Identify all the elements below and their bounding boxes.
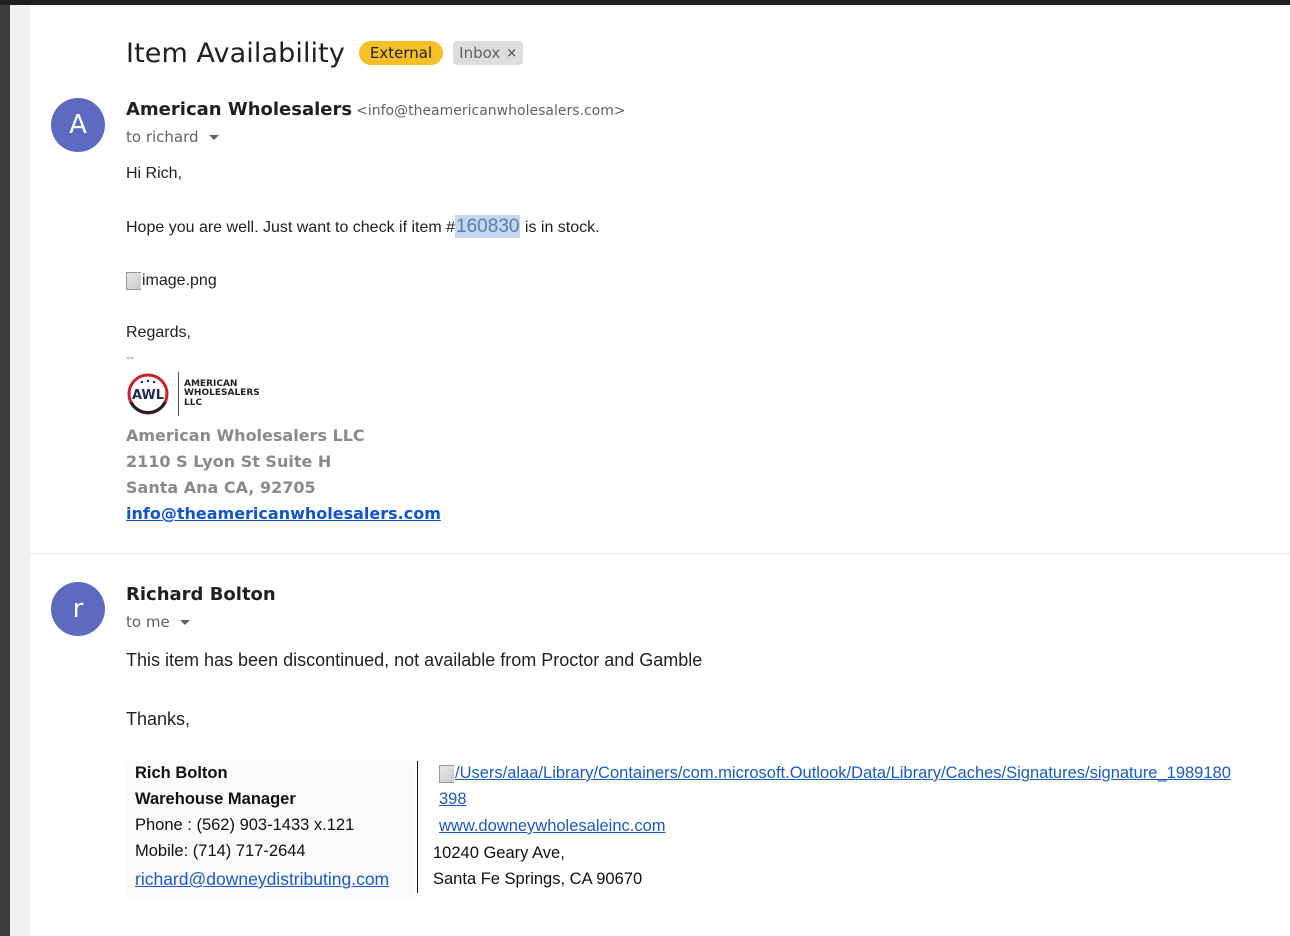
regards: Regards, xyxy=(126,324,191,341)
awl-logo-icon: AWL xyxy=(127,373,169,415)
signature-title: Warehouse Manager xyxy=(135,790,296,808)
reply-sender-name[interactable]: Richard Bolton xyxy=(126,584,276,605)
signature-website-link[interactable]: www.downeywholesaleinc.com xyxy=(439,817,666,836)
reply-sender-avatar[interactable]: r xyxy=(51,582,105,636)
signature-separator: -- xyxy=(126,350,134,364)
signature-address-line2: Santa Ana CA, 92705 xyxy=(126,478,316,497)
signature-company: American Wholesalers LLC xyxy=(126,426,365,445)
remove-label-icon[interactable]: × xyxy=(506,46,517,61)
body-before: Hope you are well. Just want to check if… xyxy=(126,219,456,236)
signature-email-link[interactable]: info@theamericanwholesalers.com xyxy=(126,504,441,523)
external-tag: External xyxy=(358,41,444,65)
signature-image-path: /Users/alaa/Library/Containers/com.micro… xyxy=(455,764,1231,782)
signature-image-link[interactable]: /Users/alaa/Library/Containers/com.micro… xyxy=(439,764,1231,783)
inbox-label-text: Inbox xyxy=(459,44,501,62)
logo-divider xyxy=(178,372,179,416)
logo-line-3: LLC xyxy=(184,397,203,408)
signature-name: Rich Bolton xyxy=(135,764,228,782)
signature-mobile: Mobile: (714) 717-2644 xyxy=(135,842,306,860)
logo-wordmark: AMERICAN WHOLESALERS LLC xyxy=(184,379,260,409)
chevron-down-icon[interactable] xyxy=(179,619,190,625)
signature-divider xyxy=(417,761,418,893)
email-pane: Item Availability External Inbox × A Ame… xyxy=(10,5,1290,936)
highlighted-item-number[interactable]: 160830 xyxy=(455,215,521,238)
inbox-label[interactable]: Inbox × xyxy=(453,41,524,65)
broken-image-icon xyxy=(439,764,454,783)
sender-header: American Wholesalers <info@theamericanwho… xyxy=(126,99,626,120)
signature-city: Santa Fe Springs, CA 90670 xyxy=(433,870,643,888)
reply-sender-header: Richard Bolton xyxy=(126,584,276,605)
reply-body: This item has been discontinued, not ava… xyxy=(126,650,703,670)
greeting: Hi Rich, xyxy=(126,165,183,182)
signature-email-link[interactable]: richard@downeydistributing.com xyxy=(135,869,389,890)
body-after: is in stock. xyxy=(520,219,600,236)
message-body: Hope you are well. Just want to check if… xyxy=(126,215,600,238)
signature-phone: Phone : (562) 903-1433 x.121 xyxy=(135,816,355,834)
broken-image-icon xyxy=(126,272,141,290)
signature-image-path-cont[interactable]: 398 xyxy=(439,790,467,809)
chevron-down-icon[interactable] xyxy=(208,134,219,140)
signature-contact-cell: Rich Bolton Warehouse Manager Phone : (5… xyxy=(125,761,415,899)
email-thread: Item Availability External Inbox × A Ame… xyxy=(30,5,1290,936)
recipient-text: to richard xyxy=(126,128,199,146)
sender-avatar[interactable]: A xyxy=(51,98,105,152)
sender-email: <info@theamericanwholesalers.com> xyxy=(356,103,626,119)
recipient-details[interactable]: to richard xyxy=(126,128,219,146)
signature-street: 10240 Geary Ave, xyxy=(433,844,565,862)
left-nav-strip xyxy=(0,5,10,936)
message-divider xyxy=(30,553,1290,554)
svg-text:AWL: AWL xyxy=(132,388,164,403)
inline-image[interactable]: image.png xyxy=(126,272,217,290)
subject-title: Item Availability xyxy=(126,37,345,69)
subject-row: Item Availability External Inbox × xyxy=(126,33,524,73)
image-alt-text: image.png xyxy=(142,272,217,289)
reply-recipient-text: to me xyxy=(126,613,170,631)
reply-recipient-details[interactable]: to me xyxy=(126,613,190,631)
sender-name[interactable]: American Wholesalers xyxy=(126,99,352,120)
company-logo: AWL AMERICAN WHOLESALERS LLC xyxy=(126,372,260,416)
signature-address-line1: 2110 S Lyon St Suite H xyxy=(126,452,332,471)
reply-thanks: Thanks, xyxy=(126,709,191,729)
